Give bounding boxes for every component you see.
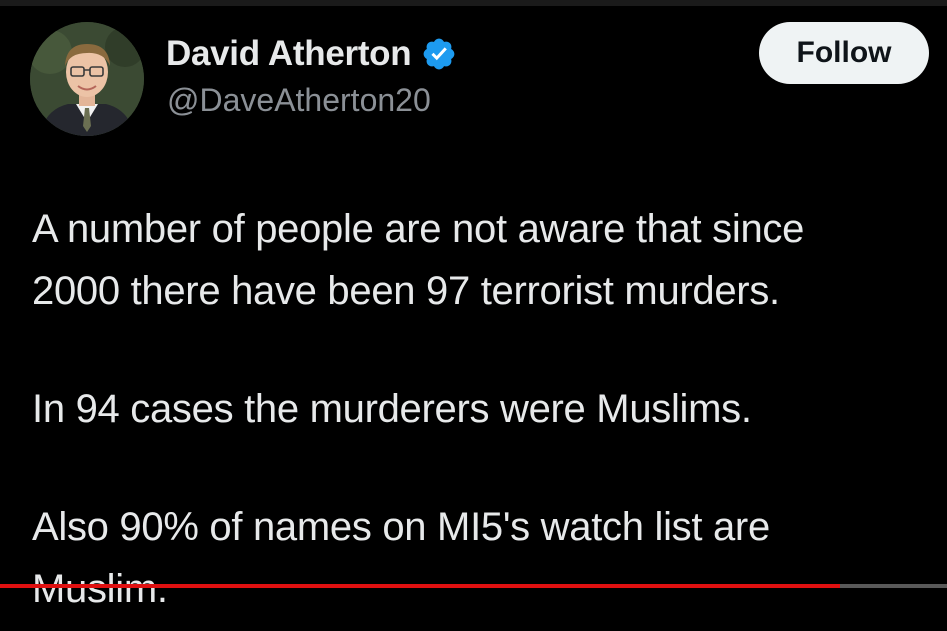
tweet-text-line: In 94 cases the murderers were Muslims. (32, 387, 752, 431)
tweet-text: A number of people are not aware that si… (32, 198, 922, 620)
avatar-portrait-icon (30, 22, 144, 136)
author-display-name[interactable]: David Atherton (166, 34, 412, 74)
author-name-row: David Atherton (166, 30, 457, 78)
video-progress-fill (0, 584, 840, 588)
follow-button[interactable]: Follow (759, 22, 929, 84)
top-border (0, 0, 947, 6)
tweet-text-line: Muslim. (32, 567, 168, 611)
verified-badge-icon (421, 36, 457, 72)
tweet-text-line: 2000 there have been 97 terrorist murder… (32, 269, 780, 313)
video-frame: David Atherton @DaveAtherton20 Follow A … (0, 0, 947, 631)
tweet-text-line: A number of people are not aware that si… (32, 207, 805, 251)
tweet-text-line: Also 90% of names on MI5's watch list ar… (32, 505, 770, 549)
author-handle[interactable]: @DaveAtherton20 (167, 82, 431, 119)
avatar[interactable] (30, 22, 144, 136)
video-progress-bar[interactable] (0, 584, 947, 588)
